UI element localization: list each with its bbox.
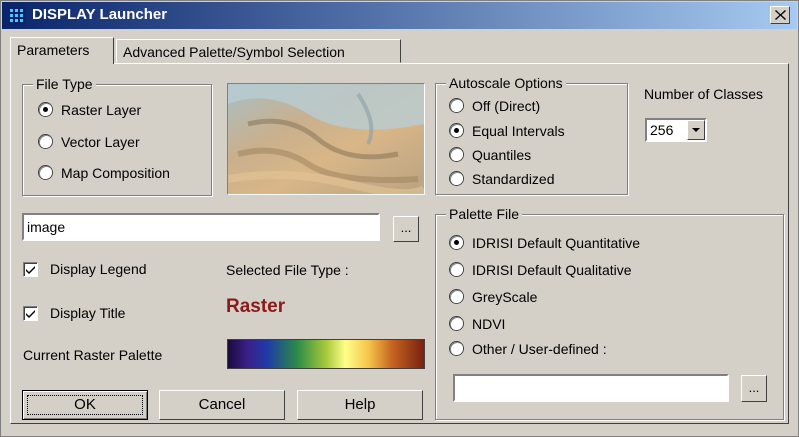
checkmark-icon: [26, 310, 35, 318]
window-title: DISPLAY Launcher: [32, 6, 168, 23]
palette-file-group: Palette File IDRISI Default Quantitative…: [435, 206, 784, 420]
radio-button[interactable]: [450, 342, 463, 355]
radio-label: NDVI: [472, 316, 506, 332]
display-launcher-window: DISPLAY Launcher Parameters Advanced Pal…: [0, 0, 799, 437]
close-button[interactable]: [770, 6, 790, 24]
file-name-value: image: [27, 219, 66, 235]
focus-outline: [27, 395, 143, 415]
radio-button[interactable]: [450, 99, 463, 112]
radio-button[interactable]: [450, 124, 463, 137]
radio-label: Off (Direct): [472, 98, 541, 114]
number-of-classes-value: 256: [650, 122, 674, 138]
radio-button[interactable]: [450, 317, 463, 330]
selected-file-type-label: Selected File Type :: [226, 262, 349, 278]
tab-advanced-palette-label: Advanced Palette/Symbol Selection: [123, 44, 345, 60]
tab-parameters[interactable]: Parameters: [10, 37, 114, 64]
checkbox[interactable]: [23, 306, 38, 321]
tab-parameters-label: Parameters: [17, 42, 90, 58]
current-palette-swatch: [227, 339, 425, 369]
ok-button[interactable]: OK: [22, 390, 148, 420]
browse-file-label: ...: [400, 220, 412, 235]
radio-label: Other / User-defined :: [472, 341, 607, 357]
radio-button[interactable]: [450, 148, 463, 161]
chevron-down-icon: [692, 128, 700, 132]
display-legend-checkbox[interactable]: Display Legend: [23, 260, 183, 280]
selected-file-type-value: Raster: [226, 296, 286, 317]
radio-label: Equal Intervals: [472, 123, 565, 139]
radio-button[interactable]: [39, 166, 52, 179]
browse-file-button[interactable]: ...: [393, 216, 419, 242]
radio-button[interactable]: [39, 135, 52, 148]
tab-advanced-palette[interactable]: Advanced Palette/Symbol Selection: [116, 39, 401, 63]
close-icon: [775, 10, 786, 20]
parameters-panel: File Type Raster Layer Vector Layer Map …: [10, 63, 789, 424]
display-legend-label: Display Legend: [50, 261, 147, 277]
terrain-preview-graphic: [228, 84, 424, 194]
number-of-classes-label: Number of Classes: [644, 86, 764, 102]
radio-label: Map Composition: [61, 165, 170, 181]
title-bar: DISPLAY Launcher: [2, 2, 797, 29]
radio-label: GreyScale: [472, 289, 538, 305]
radio-label: IDRISI Default Qualitative: [472, 262, 632, 278]
help-button[interactable]: Help: [297, 390, 423, 420]
browse-palette-button[interactable]: ...: [741, 375, 767, 402]
radio-label: Quantiles: [472, 147, 532, 163]
radio-button[interactable]: [450, 263, 463, 276]
cancel-button[interactable]: Cancel: [159, 390, 285, 420]
radio-label: IDRISI Default Quantitative: [472, 235, 641, 251]
radio-button[interactable]: [450, 172, 463, 185]
file-type-label: File Type: [33, 76, 96, 92]
number-of-classes-select[interactable]: 256: [645, 118, 707, 142]
browse-palette-label: ...: [748, 380, 760, 395]
display-title-label: Display Title: [50, 305, 126, 321]
current-raster-palette-label: Current Raster Palette: [23, 347, 163, 363]
dropdown-button[interactable]: [687, 120, 705, 140]
radio-label: Standardized: [472, 171, 555, 187]
file-name-input[interactable]: image: [22, 213, 380, 241]
checkmark-icon: [26, 266, 35, 274]
radio-button[interactable]: [39, 103, 52, 116]
autoscale-options-group: Autoscale Options Off (Direct) Equal Int…: [435, 75, 628, 195]
file-type-group: File Type Raster Layer Vector Layer Map …: [22, 76, 212, 196]
help-label: Help: [344, 396, 376, 413]
app-grid-icon: [8, 7, 26, 25]
palette-file-label: Palette File: [446, 206, 523, 222]
user-defined-palette-input[interactable]: [453, 374, 729, 402]
radio-label: Vector Layer: [61, 134, 140, 150]
checkbox[interactable]: [23, 262, 38, 277]
radio-button[interactable]: [450, 236, 463, 249]
display-title-checkbox[interactable]: Display Title: [23, 304, 183, 324]
raster-preview-image: [227, 83, 425, 195]
radio-button[interactable]: [450, 290, 463, 303]
autoscale-options-label: Autoscale Options: [446, 75, 566, 91]
radio-label: Raster Layer: [61, 102, 142, 118]
cancel-label: Cancel: [198, 396, 246, 413]
